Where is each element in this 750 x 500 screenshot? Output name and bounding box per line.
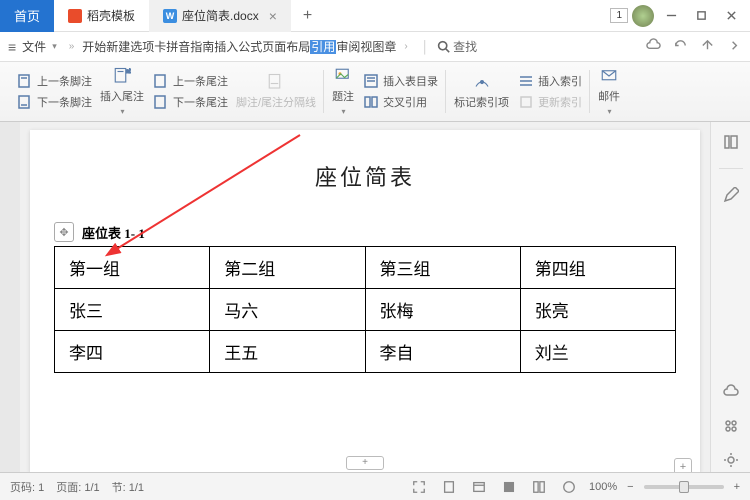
insert-endnote-button[interactable]: ab 插入尾注▾ xyxy=(96,67,148,116)
endnote-icon: ab xyxy=(113,67,131,85)
caption-button[interactable]: 题注▾ xyxy=(328,67,358,116)
view-outline-icon[interactable] xyxy=(529,477,549,497)
zoom-slider[interactable] xyxy=(644,485,724,489)
mark-index-button[interactable]: 标记索引项 xyxy=(450,73,513,110)
caption-icon xyxy=(334,67,352,85)
title-right: 1 xyxy=(610,3,750,29)
undo-icon[interactable] xyxy=(673,38,688,56)
search-icon xyxy=(437,40,450,53)
cloud-sync-icon[interactable] xyxy=(719,380,743,404)
view-read-icon[interactable] xyxy=(499,477,519,497)
window-count[interactable]: 1 xyxy=(610,8,628,23)
word-icon: W xyxy=(163,9,177,23)
page-label[interactable]: 页面: 1/1 xyxy=(56,479,99,495)
tab-templates[interactable]: 稻壳模板 xyxy=(54,0,149,32)
tab-templates-label: 稻壳模板 xyxy=(87,7,135,24)
view-web-icon[interactable] xyxy=(469,477,489,497)
tab-document-label: 座位简表.docx xyxy=(182,7,259,24)
toolbox-icon[interactable] xyxy=(719,414,743,438)
prev-footnote-icon xyxy=(16,72,34,90)
chevron-right-icon[interactable]: › xyxy=(404,41,407,52)
view-print-icon[interactable] xyxy=(439,477,459,497)
title-bar: 首页 稻壳模板 W 座位简表.docx × + 1 xyxy=(0,0,750,32)
minimize-button[interactable] xyxy=(658,3,684,29)
add-row-button[interactable]: + xyxy=(674,458,692,472)
status-bar: 页码: 1 页面: 1/1 节: 1/1 100% − + xyxy=(0,472,750,500)
footnote-nav[interactable]: 上一条脚注 下一条脚注 xyxy=(12,72,96,111)
maximize-button[interactable] xyxy=(688,3,714,29)
ribbon-tabs[interactable]: 开始新建选项卡拼音指南插入公式页面布局引用审阅视图章 xyxy=(82,38,396,55)
tab-close-button[interactable]: × xyxy=(269,8,277,24)
file-dropdown-icon[interactable]: ▾ xyxy=(52,41,57,52)
mail-icon xyxy=(600,67,618,85)
table-caption[interactable]: 座位表 1- 1 xyxy=(82,223,145,242)
endnote-nav[interactable]: 上一条尾注 下一条尾注 xyxy=(148,72,232,111)
zoom-out-button[interactable]: − xyxy=(627,481,633,493)
insert-index-icon xyxy=(517,72,535,90)
ribbon: 上一条脚注 下一条脚注 ab 插入尾注▾ 上一条尾注 下一条尾注 脚注/尾注分隔… xyxy=(0,62,750,122)
toc-crossref[interactable]: 插入表目录 交叉引用 xyxy=(358,72,442,111)
table-move-handle[interactable]: ✥ xyxy=(54,222,74,242)
table-row[interactable]: 第一组第二组第三组第四组 xyxy=(55,247,676,289)
search-button[interactable]: 查找 xyxy=(437,38,477,55)
mail-button[interactable]: 邮件▾ xyxy=(594,67,624,116)
pencil-icon[interactable] xyxy=(719,183,743,207)
table-row[interactable]: 李四王五李自刘兰 xyxy=(55,331,676,373)
separator-line-button: 脚注/尾注分隔线 xyxy=(232,73,320,110)
view-columns-icon[interactable] xyxy=(559,477,579,497)
tab-home[interactable]: 首页 xyxy=(0,0,54,32)
chevron-right-icon[interactable]: » xyxy=(69,41,75,52)
cloud-icon[interactable] xyxy=(646,38,661,56)
next-endnote-icon xyxy=(152,93,170,111)
next-footnote-icon xyxy=(16,93,34,111)
file-menu[interactable]: 文件 xyxy=(22,38,46,55)
svg-text:ab: ab xyxy=(126,69,131,75)
settings-icon[interactable] xyxy=(719,448,743,472)
menu-bar: ≡ 文件 ▾ » 开始新建选项卡拼音指南插入公式页面布局引用审阅视图章 › │ … xyxy=(0,32,750,62)
expand-icon[interactable] xyxy=(727,38,742,56)
mark-index-icon xyxy=(473,73,491,91)
hamburger-icon[interactable]: ≡ xyxy=(8,39,16,55)
zoom-label[interactable]: 100% xyxy=(589,481,617,493)
tab-document[interactable]: W 座位简表.docx × xyxy=(149,0,291,32)
page-number-label[interactable]: 页码: 1 xyxy=(10,479,44,495)
docer-icon xyxy=(68,9,82,23)
toc-icon xyxy=(362,72,380,90)
crossref-icon xyxy=(362,93,380,111)
seating-table[interactable]: 第一组第二组第三组第四组 张三马六张梅张亮 李四王五李自刘兰 xyxy=(54,246,676,373)
view-fullscreen-icon[interactable] xyxy=(409,477,429,497)
page[interactable]: 座位简表 ✥ 座位表 1- 1 第一组第二组第三组第四组 张三马六张梅张亮 李四… xyxy=(30,130,700,472)
share-icon[interactable] xyxy=(700,38,715,56)
separator-icon xyxy=(267,73,285,91)
vertical-ruler[interactable] xyxy=(0,122,20,472)
document-area: 座位简表 ✥ 座位表 1- 1 第一组第二组第三组第四组 张三马六张梅张亮 李四… xyxy=(0,122,710,472)
add-column-button[interactable]: + xyxy=(346,456,384,470)
index-group[interactable]: 插入索引 更新索引 xyxy=(513,72,586,111)
side-panel xyxy=(710,122,750,472)
close-window-button[interactable] xyxy=(718,3,744,29)
document-title[interactable]: 座位简表 xyxy=(54,160,676,192)
user-avatar[interactable] xyxy=(632,5,654,27)
prev-endnote-icon xyxy=(152,72,170,90)
update-index-icon xyxy=(517,93,535,111)
section-label[interactable]: 节: 1/1 xyxy=(112,479,144,495)
table-row[interactable]: 张三马六张梅张亮 xyxy=(55,289,676,331)
tab-add[interactable]: + xyxy=(291,0,324,32)
zoom-in-button[interactable]: + xyxy=(734,481,740,493)
sidebar-toggle-icon[interactable] xyxy=(719,130,743,154)
